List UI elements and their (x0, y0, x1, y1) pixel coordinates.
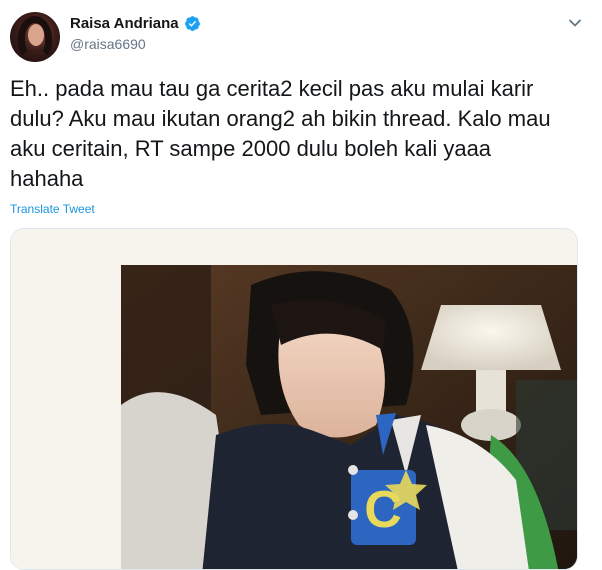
tweet-text: Eh.. pada mau tau ga cerita2 kecil pas a… (10, 76, 551, 191)
translate-tweet-link[interactable]: Translate Tweet (10, 202, 95, 216)
tweet-media[interactable]: C (10, 228, 578, 570)
tweet-photo[interactable]: C (121, 265, 577, 569)
author-handle[interactable]: @raisa6690 (70, 36, 146, 52)
avatar-face (28, 24, 44, 46)
author-name[interactable]: Raisa Andriana (70, 15, 179, 32)
author-row: Raisa Andriana (70, 15, 201, 32)
chevron-down-icon[interactable] (568, 16, 582, 30)
photo-image: C (121, 265, 577, 569)
tweet-card: Raisa Andriana @raisa6690 Eh.. pada mau … (0, 0, 602, 570)
avatar[interactable] (10, 12, 60, 62)
verified-badge-icon (184, 16, 200, 31)
